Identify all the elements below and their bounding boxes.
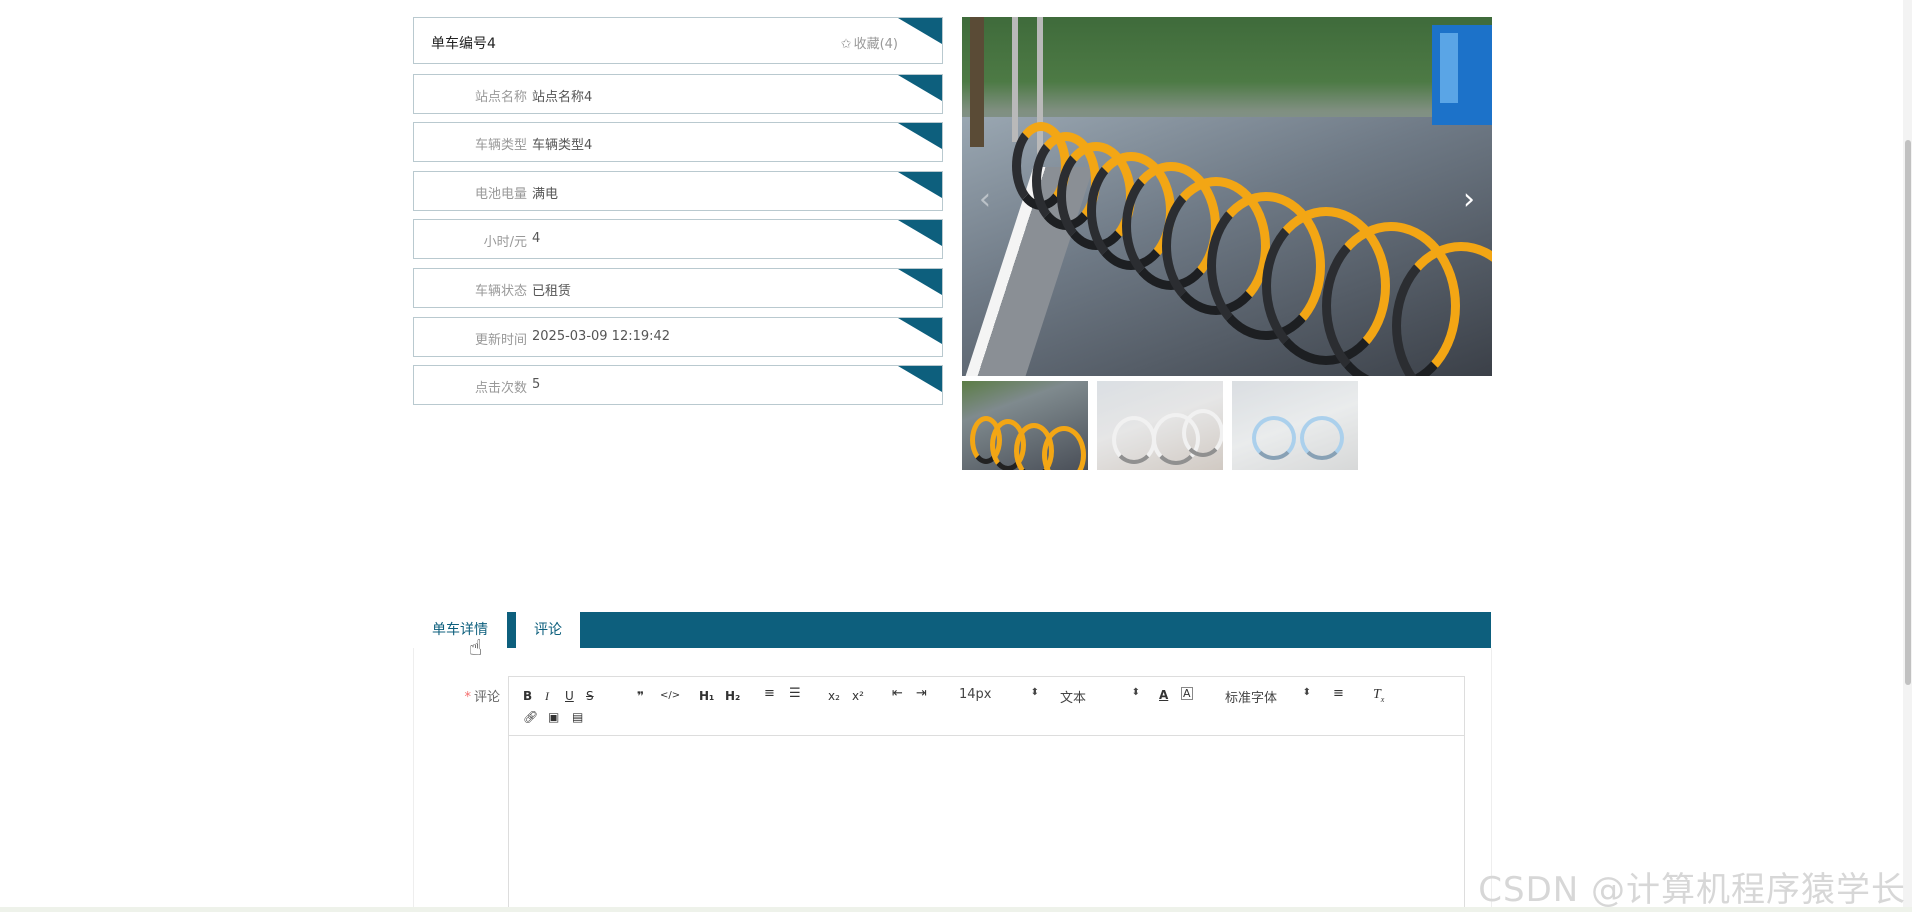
thumb-bike <box>1042 426 1086 470</box>
field-label: 更新时间 <box>474 333 527 348</box>
corner-decoration <box>898 18 942 44</box>
thumb-bike <box>1182 409 1223 457</box>
strike-icon[interactable]: S <box>586 688 594 704</box>
chevron-updown-icon: ⬍ <box>1030 687 1039 698</box>
superscript-icon[interactable]: x² <box>852 688 864 704</box>
field-row-type: 车辆类型 车辆类型4 <box>413 122 943 162</box>
field-value: 车辆类型4 <box>532 138 593 153</box>
corner-decoration <box>898 269 942 295</box>
favorite-button[interactable]: ✩ 收藏(4) <box>841 33 898 52</box>
field-value: 站点名称4 <box>532 90 593 105</box>
field-row-updated: 更新时间 2025-03-09 12:19:42 <box>413 317 943 357</box>
thumbnail-1[interactable] <box>962 381 1088 470</box>
required-mark: * <box>464 690 471 705</box>
clear-format-icon[interactable]: Tx <box>1373 687 1384 708</box>
chevron-updown-icon: ⬍ <box>1302 687 1311 698</box>
heading2-icon[interactable]: H₂ <box>725 688 740 704</box>
field-row-status: 车辆状态 已租赁 <box>413 268 943 308</box>
carousel-prev-icon[interactable]: ‹ <box>970 185 1000 215</box>
heading1-icon[interactable]: H₁ <box>699 688 714 704</box>
bike-title-row: 单车编号4 ✩ 收藏(4) <box>413 17 943 64</box>
font-family-value: 标准字体 <box>1225 691 1278 706</box>
italic-icon[interactable]: I <box>545 688 549 704</box>
field-label: 小时/元 <box>483 235 527 250</box>
image-pole <box>1012 17 1018 142</box>
chevron-updown-icon: ⬍ <box>1131 687 1140 698</box>
field-label: 车辆类型 <box>474 138 527 153</box>
background-color-icon[interactable]: A <box>1181 687 1193 700</box>
field-value: 5 <box>532 377 541 392</box>
thumbnail-2[interactable] <box>1097 381 1223 470</box>
underline-icon[interactable]: U <box>565 688 574 704</box>
image-kiosk <box>1432 25 1492 125</box>
scrollbar[interactable] <box>1903 0 1912 912</box>
corner-decoration <box>898 123 942 149</box>
font-color-icon[interactable]: A <box>1159 687 1168 703</box>
field-value: 2025-03-09 12:19:42 <box>532 329 671 344</box>
font-size-value: 14px <box>959 687 992 702</box>
tab-comment[interactable]: 评论 <box>516 612 580 648</box>
thumbnail-3[interactable] <box>1232 381 1358 470</box>
field-label: 电池电量 <box>474 187 527 202</box>
ordered-list-icon[interactable]: ≡ <box>764 686 775 702</box>
carousel-next-icon[interactable]: › <box>1454 185 1484 215</box>
bullet-list-icon[interactable]: ☰ <box>789 686 801 702</box>
code-icon[interactable]: </> <box>660 688 680 704</box>
font-size-select[interactable]: 14px ⬍ <box>959 687 1039 703</box>
editor-toolbar: B I U S ❞ </> H₁ H₂ ≡ ☰ x₂ x² ⇤ ⇥ 14px ⬍… <box>509 677 1464 736</box>
paragraph-select[interactable]: 文本 ⬍ <box>1060 687 1140 706</box>
corner-decoration <box>898 318 942 344</box>
carousel-main-image: ‹ › <box>962 17 1492 376</box>
quote-icon[interactable]: ❞ <box>637 688 644 704</box>
bike-title: 单车编号4 <box>431 36 496 52</box>
tab-separator <box>507 612 516 648</box>
link-icon[interactable]: 🔗︎ <box>523 709 538 725</box>
indent-icon[interactable]: ⇥ <box>916 686 927 702</box>
field-label: 车辆状态 <box>474 284 527 299</box>
field-label: 站点名称 <box>474 90 527 105</box>
scrollbar-thumb[interactable] <box>1905 140 1911 685</box>
image-tree-trunk <box>970 17 984 147</box>
thumb-bike <box>1300 416 1344 460</box>
image-icon[interactable]: ▣ <box>548 709 559 725</box>
field-row-battery: 电池电量 满电 <box>413 171 943 211</box>
field-label: 点击次数 <box>474 381 527 396</box>
tab-bike-detail[interactable]: 单车详情 <box>413 612 507 648</box>
favorite-label: 收藏(4) <box>853 37 898 52</box>
subscript-icon[interactable]: x₂ <box>828 688 840 704</box>
font-family-select[interactable]: 标准字体 ⬍ <box>1225 687 1311 706</box>
bold-icon[interactable]: B <box>523 688 532 704</box>
corner-decoration <box>898 75 942 101</box>
thumb-bike <box>1252 416 1296 460</box>
watermark: CSDN @计算机程序猿学长 <box>1478 870 1906 910</box>
field-row-clicks: 点击次数 5 <box>413 365 943 405</box>
comment-label-text: 评论 <box>473 690 500 705</box>
comment-field-label: * 评论 <box>440 686 500 705</box>
field-value: 4 <box>532 231 541 246</box>
field-value: 满电 <box>532 187 559 202</box>
star-icon: ✩ <box>840 37 852 52</box>
tab-bar <box>506 612 1491 648</box>
field-row-station: 站点名称 站点名称4 <box>413 74 943 114</box>
video-icon[interactable]: ▤ <box>572 709 583 725</box>
editor-content-area[interactable] <box>509 735 1464 911</box>
field-row-price: 小时/元 4 <box>413 219 943 259</box>
corner-decoration <box>898 220 942 246</box>
corner-decoration <box>898 172 942 198</box>
thumb-bike <box>1112 416 1156 464</box>
corner-decoration <box>898 366 942 392</box>
field-value: 已租赁 <box>532 284 572 299</box>
align-icon[interactable]: ≡ <box>1333 686 1344 702</box>
outdent-icon[interactable]: ⇤ <box>892 686 903 702</box>
rich-text-editor: B I U S ❞ </> H₁ H₂ ≡ ☰ x₂ x² ⇤ ⇥ 14px ⬍… <box>508 676 1465 912</box>
paragraph-value: 文本 <box>1060 691 1087 706</box>
